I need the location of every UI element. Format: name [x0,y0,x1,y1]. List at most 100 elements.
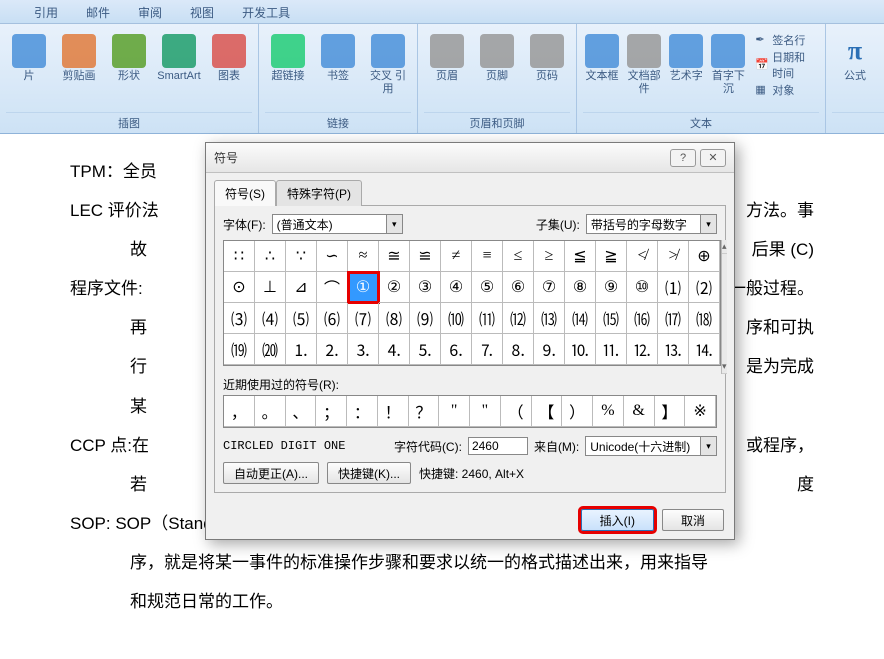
clipart-button[interactable]: 剪贴画 [56,28,102,83]
symbol-cell[interactable]: ⑧ [565,272,596,303]
recent-symbol-cell[interactable]: ； [316,396,347,427]
tab-view[interactable]: 视图 [176,0,228,23]
crossref-button[interactable]: 交叉 引用 [365,28,411,96]
smartart-button[interactable]: SmartArt [156,28,202,83]
footer-button[interactable]: 页脚 [474,28,520,83]
font-combo[interactable]: (普通文本) ▾ [272,214,403,234]
symbol-cell[interactable]: ⒕ [689,334,720,365]
shortcut-button[interactable]: 快捷键(K)... [327,462,411,484]
pagenum-button[interactable]: 页码 [524,28,570,83]
recent-symbol-cell[interactable]: ※ [685,396,716,427]
recent-symbol-cell[interactable]: ： [347,396,378,427]
dialog-titlebar[interactable]: 符号 ? ✕ [206,143,734,173]
textbox-button[interactable]: 文本框 [583,28,621,83]
symbol-cell[interactable]: ⑿ [503,303,534,334]
pictures-button[interactable]: 片 [6,28,52,83]
symbol-cell[interactable]: ≈ [348,241,379,272]
symbol-cell[interactable]: ⑨ [596,272,627,303]
quickparts-button[interactable]: 文档部件 [625,28,663,96]
insert-button[interactable]: 插入(I) [581,509,654,531]
symbol-cell[interactable]: ⊥ [255,272,286,303]
symbol-cell[interactable]: ⊿ [286,272,317,303]
symbol-cell[interactable]: ⑼ [410,303,441,334]
help-icon[interactable]: ? [670,149,696,167]
symbol-cell[interactable]: ∵ [286,241,317,272]
symbol-cell[interactable]: ⑩ [627,272,658,303]
symbol-cell[interactable]: ⊙ [224,272,255,303]
recent-symbol-cell[interactable]: & [624,396,655,427]
symbol-cell[interactable]: ⑷ [255,303,286,334]
scroll-down-icon[interactable]: ▾ [722,360,727,374]
symbol-cell[interactable]: ⑸ [286,303,317,334]
symbol-cell[interactable]: ⒍ [441,334,472,365]
symbol-cell[interactable]: ⒈ [286,334,317,365]
tab-references[interactable]: 引用 [20,0,72,23]
symbol-cell[interactable]: ≦ [565,241,596,272]
symbol-cell[interactable]: ⑺ [348,303,379,334]
tab-mailings[interactable]: 邮件 [72,0,124,23]
symbol-cell[interactable]: ⒅ [689,303,720,334]
symbol-cell[interactable]: ≧ [596,241,627,272]
symbol-cell[interactable]: ≤ [503,241,534,272]
symbol-cell[interactable]: ⒄ [658,303,689,334]
symbol-cell[interactable]: ⒒ [596,334,627,365]
symbol-cell[interactable]: ① [348,272,379,303]
hyperlink-button[interactable]: 超链接 [265,28,311,83]
recent-symbol-cell[interactable]: （ [501,396,532,427]
symbol-cell[interactable]: ⒃ [627,303,658,334]
symbol-cell[interactable]: ≌ [410,241,441,272]
symbol-cell[interactable]: ≥ [534,241,565,272]
symbol-cell[interactable]: ≮ [627,241,658,272]
tab-developer[interactable]: 开发工具 [228,0,304,23]
recent-symbol-cell[interactable]: ？ [409,396,440,427]
symbol-cell[interactable]: ⑦ [534,272,565,303]
symbol-cell[interactable]: ⑵ [689,272,720,303]
symbol-cell[interactable]: ③ [410,272,441,303]
symbol-cell[interactable]: ⑴ [658,272,689,303]
symbol-cell[interactable]: ≡ [472,241,503,272]
symbol-cell[interactable]: ⒔ [658,334,689,365]
autocorrect-button[interactable]: 自动更正(A)... [223,462,319,484]
symbol-cell[interactable]: ⑻ [379,303,410,334]
equation-button[interactable]: π公式 [832,28,878,83]
symbol-cell[interactable]: ⒁ [565,303,596,334]
symbol-cell[interactable]: ∷ [224,241,255,272]
symbol-cell[interactable]: ⑽ [441,303,472,334]
object-button[interactable]: ▦对象 [755,82,815,98]
symbol-cell[interactable]: ⒐ [534,334,565,365]
symbol-cell[interactable]: ⊕ [689,241,720,272]
recent-symbol-cell[interactable]: 【 [532,396,563,427]
shapes-button[interactable]: 形状 [106,28,152,83]
recent-symbol-cell[interactable]: % [593,396,624,427]
subset-combo[interactable]: 带括号的字母数字 ▾ [586,214,717,234]
symbol-cell[interactable]: ② [379,272,410,303]
recent-symbol-cell[interactable]: ） [562,396,593,427]
symbol-cell[interactable]: ⒇ [255,334,286,365]
grid-scrollbar[interactable]: ▴ ▾ [721,240,727,374]
signature-button[interactable]: ✒签名行 [755,32,815,48]
symbol-cell[interactable]: ∽ [317,241,348,272]
symbol-cell[interactable]: ⒉ [317,334,348,365]
header-button[interactable]: 页眉 [424,28,470,83]
recent-symbol-cell[interactable]: 】 [655,396,686,427]
cancel-button[interactable]: 取消 [662,509,724,531]
symbol-cell[interactable]: ⌒ [317,272,348,303]
symbol-cell[interactable]: ⑶ [224,303,255,334]
symbol-cell[interactable]: ⑥ [503,272,534,303]
symbol-cell[interactable]: ⒊ [348,334,379,365]
symbol-cell[interactable]: ⒆ [224,334,255,365]
symbol-cell[interactable]: ⒓ [627,334,658,365]
recent-symbol-cell[interactable]: " [439,396,470,427]
close-icon[interactable]: ✕ [700,149,726,167]
symbol-cell[interactable]: ⒋ [379,334,410,365]
symbol-cell[interactable]: ≅ [379,241,410,272]
recent-symbol-cell[interactable]: ！ [378,396,409,427]
scroll-up-icon[interactable]: ▴ [722,240,727,254]
dropcap-button[interactable]: 首字下沉 [709,28,747,96]
tab-special-chars[interactable]: 特殊字符(P) [276,180,362,206]
from-combo[interactable]: Unicode(十六进制) ▾ [585,436,717,456]
symbol-cell[interactable]: ⒏ [503,334,534,365]
tab-symbols[interactable]: 符号(S) [214,180,276,206]
tab-review[interactable]: 审阅 [124,0,176,23]
symbol-cell[interactable]: ⒌ [410,334,441,365]
